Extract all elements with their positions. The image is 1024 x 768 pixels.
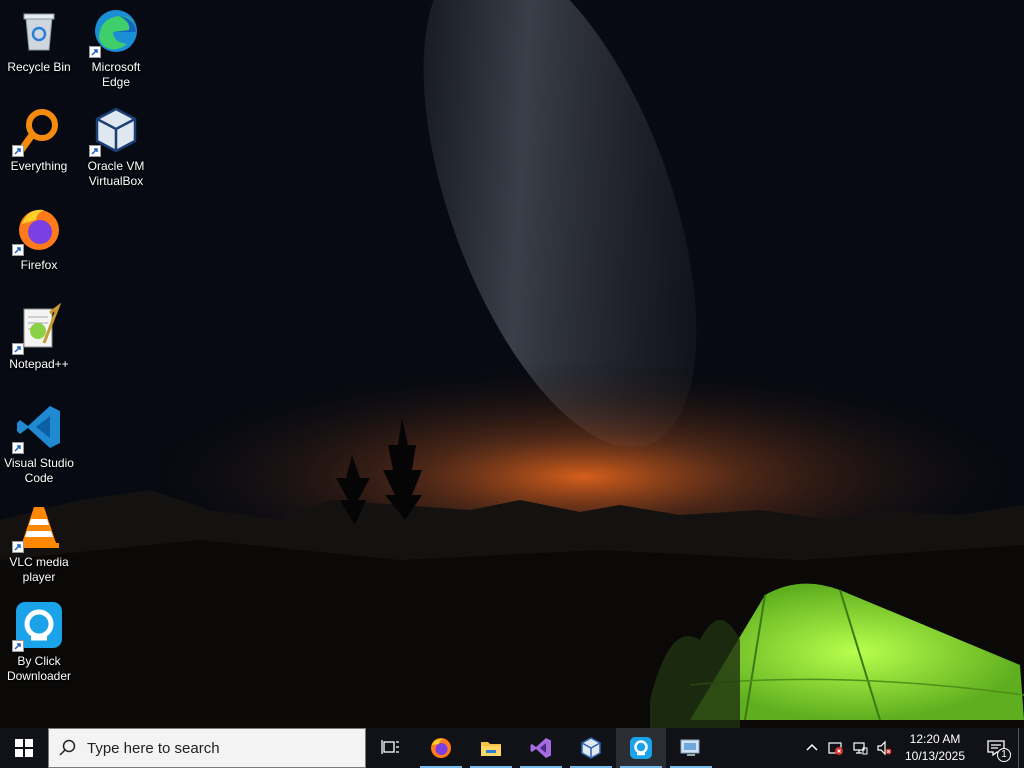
tray-network-button[interactable] — [848, 728, 872, 768]
show-hidden-icons-button[interactable] — [800, 728, 824, 768]
desktop[interactable]: Recycle Bin Everything Firefox Notepad++… — [0, 0, 1024, 728]
taskbar-app-remote-desktop[interactable] — [666, 728, 716, 768]
byclick-downloader-icon — [630, 737, 652, 759]
shortcut-arrow-icon — [12, 541, 24, 553]
notification-center-button[interactable]: 1 — [974, 728, 1018, 768]
taskbar-app-virtualbox[interactable] — [566, 728, 616, 768]
taskbar-app-firefox[interactable] — [416, 728, 466, 768]
desktop-icon-label: Visual Studio Code — [4, 456, 74, 485]
desktop-icon-label: Microsoft Edge — [91, 60, 141, 89]
desktop-icon-label: Oracle VM VirtualBox — [87, 159, 145, 188]
desktop-icon-label: Notepad++ — [9, 357, 69, 371]
system-tray: 12:20 AM 10/13/2025 1 — [800, 728, 1024, 768]
shortcut-arrow-icon — [12, 640, 24, 652]
firefox-icon — [431, 738, 451, 758]
shortcut-arrow-icon — [12, 343, 24, 355]
desktop-icon-label: VLC media player — [9, 555, 69, 584]
taskbar-app-file-explorer[interactable] — [466, 728, 516, 768]
shortcut-arrow-icon — [12, 442, 24, 454]
vscode-icon — [12, 402, 64, 454]
desktop-icon-label: Recycle Bin — [7, 60, 71, 74]
notification-count-badge: 1 — [997, 748, 1011, 762]
security-alert-icon — [828, 742, 843, 755]
network-icon — [853, 742, 868, 755]
desktop-icon-notepad-plus-plus[interactable]: Notepad++ — [0, 303, 78, 372]
search-box[interactable]: Type here to search — [48, 728, 366, 768]
search-icon — [59, 739, 76, 756]
byclick-downloader-icon — [12, 600, 64, 652]
desktop-icon-recycle-bin[interactable]: Recycle Bin — [0, 6, 78, 75]
tray-volume-button[interactable] — [872, 728, 896, 768]
desktop-icon-virtualbox[interactable]: Oracle VM VirtualBox — [77, 105, 155, 189]
taskbar-app-byclick-downloader[interactable] — [616, 728, 666, 768]
desktop-icon-label: Everything — [10, 159, 68, 173]
task-view-icon — [381, 740, 399, 754]
notepad-plus-plus-icon — [12, 303, 64, 355]
shortcut-arrow-icon — [12, 145, 24, 157]
taskbar: Type here to search 12:20 AM 10/13/2025 … — [0, 728, 1024, 768]
desktop-icon-vlc[interactable]: VLC media player — [0, 501, 78, 585]
everything-search-icon — [12, 105, 64, 157]
virtualbox-icon — [581, 737, 601, 759]
desktop-icon-byclick-downloader[interactable]: By Click Downloader — [0, 600, 78, 684]
show-desktop-button[interactable] — [1018, 728, 1024, 768]
edge-icon — [89, 6, 141, 58]
task-view-button[interactable] — [366, 728, 416, 768]
clock-date: 10/13/2025 — [904, 749, 966, 763]
desktop-icon-label: By Click Downloader — [6, 654, 72, 683]
recycle-bin-icon — [14, 6, 64, 56]
shortcut-arrow-icon — [89, 145, 101, 157]
desktop-icon-microsoft-edge[interactable]: Microsoft Edge — [77, 6, 155, 90]
shortcut-arrow-icon — [12, 244, 24, 256]
desktop-icon-everything[interactable]: Everything — [0, 105, 78, 174]
clock[interactable]: 12:20 AM 10/13/2025 — [900, 731, 970, 765]
virtualbox-icon — [89, 105, 141, 157]
remote-desktop-icon — [680, 739, 700, 756]
start-button[interactable] — [0, 728, 48, 768]
visual-studio-icon — [530, 738, 551, 758]
desktop-icon-vscode[interactable]: Visual Studio Code — [0, 402, 78, 486]
volume-muted-icon — [877, 740, 892, 756]
vlc-cone-icon — [12, 501, 64, 553]
firefox-icon — [12, 204, 64, 256]
chevron-up-icon — [806, 743, 818, 751]
file-explorer-icon — [481, 742, 501, 756]
clock-time: 12:20 AM — [909, 732, 961, 746]
shortcut-arrow-icon — [89, 46, 101, 58]
desktop-icon-label: Firefox — [20, 258, 58, 272]
windows-logo-icon — [15, 739, 33, 757]
tray-security-button[interactable] — [824, 728, 848, 768]
desktop-icon-firefox[interactable]: Firefox — [0, 204, 78, 273]
search-placeholder: Type here to search — [87, 739, 220, 757]
taskbar-app-visual-studio[interactable] — [516, 728, 566, 768]
